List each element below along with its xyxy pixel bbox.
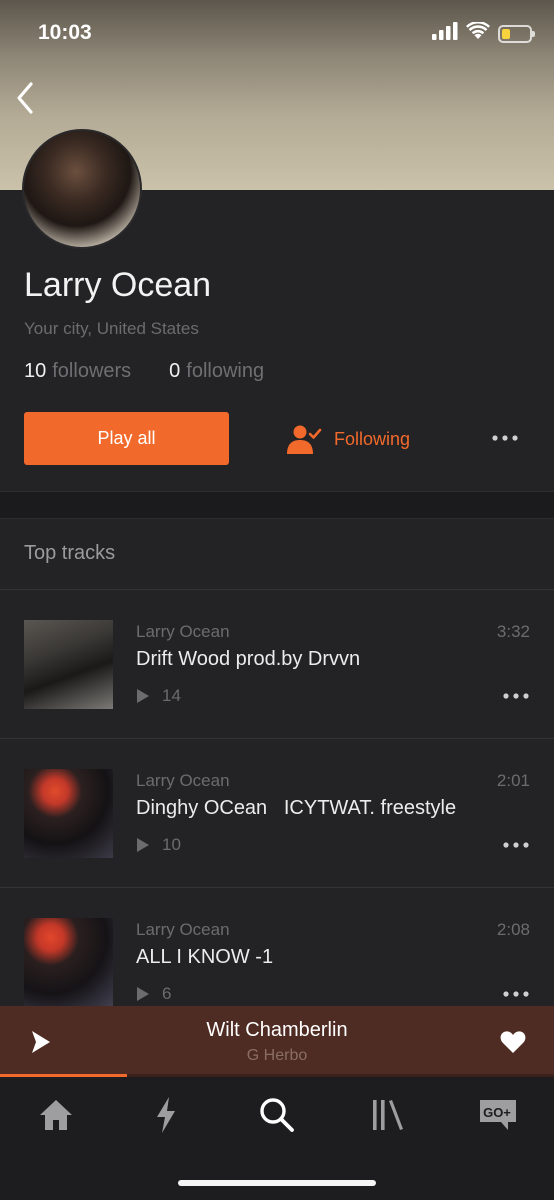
go-plus-icon: GO+ <box>480 1100 516 1130</box>
track-artist: Larry Ocean <box>136 622 230 641</box>
tab-search[interactable] <box>247 1093 307 1137</box>
cellular-signal-icon <box>432 22 458 45</box>
track-artist: Larry Ocean <box>136 920 230 939</box>
status-icons <box>432 21 535 45</box>
more-horizontal-icon <box>492 435 518 441</box>
track-plays: 14 <box>136 686 181 706</box>
track-artist: Larry Ocean <box>136 771 230 790</box>
track-duration: 3:32 <box>496 622 530 641</box>
profile-name: Larry Ocean <box>24 266 212 304</box>
following-button-label: Following <box>334 428 411 449</box>
track-artwork <box>24 918 113 1007</box>
mini-player[interactable]: Wilt Chamberlin G Herbo <box>0 1006 554 1077</box>
top-tracks-title: Top tracks <box>24 542 116 564</box>
play-icon <box>137 987 149 1001</box>
track-artwork <box>24 620 113 709</box>
now-playing-title: Wilt Chamberlin <box>206 1019 348 1041</box>
track-duration: 2:08 <box>496 920 530 939</box>
like-button[interactable] <box>500 1030 526 1054</box>
home-icon <box>40 1100 72 1130</box>
track-row[interactable]: Larry Ocean 3:32 Drift Wood prod.by Drvv… <box>0 590 554 739</box>
track-play-count: 10 <box>162 835 181 854</box>
play-all-button[interactable]: Play all <box>24 412 229 465</box>
profile-location: Your city, United States <box>24 319 199 338</box>
track-play-count: 6 <box>162 984 172 1003</box>
track-more-button[interactable] <box>502 986 530 1002</box>
profile-stats: 10 followers 0 following <box>24 360 264 383</box>
tab-home[interactable] <box>26 1093 86 1137</box>
tab-stream[interactable] <box>136 1093 196 1137</box>
track-more-button[interactable] <box>502 688 530 704</box>
tab-library[interactable] <box>358 1093 418 1137</box>
library-icon <box>373 1100 403 1130</box>
following-stat[interactable]: 0 following <box>169 360 264 383</box>
home-indicator <box>178 1180 376 1186</box>
wifi-icon <box>466 21 490 45</box>
track-plays: 10 <box>136 835 181 855</box>
followers-count: 10 <box>24 360 47 382</box>
track-more-button[interactable] <box>502 837 530 853</box>
followers-label: followers <box>52 360 132 382</box>
track-title: Dinghy OCean ICYTWAT. freestyle <box>136 797 457 819</box>
track-plays: 6 <box>136 984 171 1004</box>
chevron-left-icon <box>17 82 33 114</box>
followers-stat[interactable]: 10 followers <box>24 360 131 383</box>
heart-icon <box>500 1031 526 1053</box>
lightning-icon <box>157 1097 175 1133</box>
play-icon <box>137 838 149 852</box>
more-horizontal-icon <box>503 693 529 699</box>
track-title: ALL I KNOW -1 <box>136 946 274 968</box>
following-label: following <box>186 360 265 382</box>
following-button[interactable]: Following <box>286 418 410 460</box>
go-plus-label: GO+ <box>483 1105 511 1120</box>
more-horizontal-icon <box>503 991 529 997</box>
track-duration: 2:01 <box>496 771 530 790</box>
track-title: Drift Wood prod.by Drvvn <box>136 648 361 670</box>
back-button[interactable] <box>8 78 42 118</box>
section-divider <box>0 491 554 519</box>
battery-level <box>502 28 510 39</box>
status-bar: 10:03 <box>0 0 554 66</box>
search-icon <box>260 1098 294 1132</box>
tab-go-plus[interactable]: GO+ <box>468 1093 528 1137</box>
track-play-count: 14 <box>162 686 181 705</box>
now-playing-artist: G Herbo <box>246 1047 308 1064</box>
track-artwork <box>24 769 113 858</box>
more-horizontal-icon <box>503 842 529 848</box>
following-count: 0 <box>169 360 181 382</box>
play-icon <box>137 689 149 703</box>
user-check-icon <box>287 425 322 454</box>
battery-icon <box>498 24 535 43</box>
track-row[interactable]: Larry Ocean 2:01 Dinghy OCean ICYTWAT. f… <box>0 739 554 888</box>
status-time: 10:03 <box>38 21 92 44</box>
avatar[interactable] <box>22 129 142 249</box>
profile-more-button[interactable] <box>488 426 522 450</box>
